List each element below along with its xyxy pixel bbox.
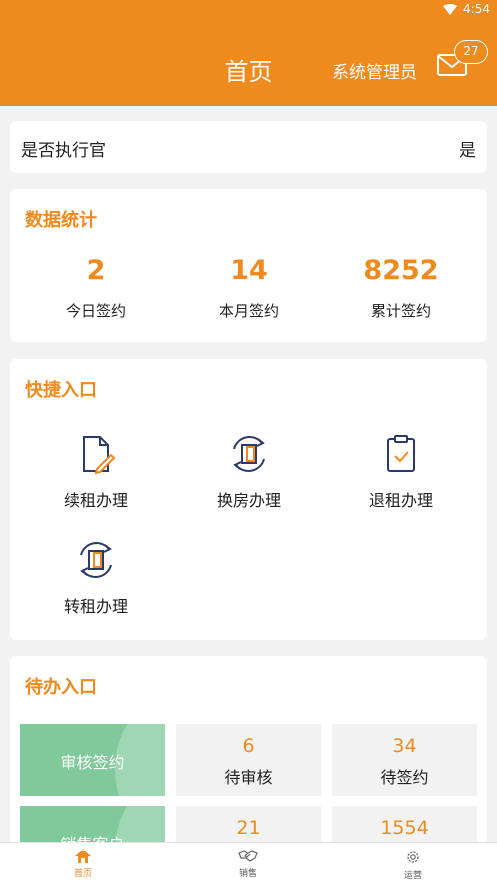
stats-card: 数据统计 2 今日签约 14 本月签约 8252 累计签约 [10, 189, 487, 342]
todo-count: 6 [242, 735, 255, 757]
door-rotate-icon [233, 436, 265, 472]
todo-count: 21 [236, 817, 261, 839]
tab-label: 销售 [238, 869, 257, 879]
stat-label: 本月签约 [218, 302, 279, 320]
document-edit-icon [83, 436, 116, 475]
todo-label: 待签约 [380, 768, 429, 787]
quick-entry-card: 快捷入口 续租办理 换房办理 退租办理 转租办理 [10, 359, 487, 640]
stat-value: 14 [230, 255, 268, 286]
tab-operations[interactable]: 运营 [373, 849, 453, 881]
quick-item-change-room[interactable]: 换房办理 [174, 433, 324, 511]
quick-item-label: 转租办理 [63, 597, 128, 616]
executive-value: 是 [459, 141, 476, 161]
todo-pending-sign[interactable]: 34 待签约 [332, 724, 477, 796]
quick-item-checkout[interactable]: 退租办理 [326, 433, 476, 511]
stat-label: 累计签约 [370, 302, 431, 320]
todo-category-label: 审核签约 [60, 753, 125, 772]
status-bar: 4:54 [0, 0, 497, 20]
clipboard-check-icon [387, 435, 415, 472]
quick-item-sublet[interactable]: 转租办理 [21, 539, 171, 617]
stat-value: 8252 [363, 255, 439, 286]
quick-item-renew[interactable]: 续租办理 [21, 433, 171, 511]
todo-title: 待办入口 [25, 677, 97, 698]
stat-today[interactable]: 2 今日签约 [16, 255, 176, 321]
door-rotate-icon [80, 542, 112, 578]
tab-label: 运营 [403, 871, 422, 881]
stat-label: 今日签约 [65, 302, 126, 320]
stat-total[interactable]: 8252 累计签约 [321, 255, 481, 321]
stat-month[interactable]: 14 本月签约 [169, 255, 329, 321]
todo-count: 34 [392, 735, 417, 757]
todo-label: 待审核 [224, 768, 273, 787]
gear-icon [407, 851, 419, 863]
stats-title: 数据统计 [25, 210, 97, 231]
tab-label: 首页 [73, 869, 92, 879]
message-count-badge: 27 [454, 40, 488, 64]
wifi-icon [443, 4, 457, 15]
status-time: 4:54 [463, 2, 490, 16]
todo-category-review-sign[interactable]: 审核签约 [20, 724, 165, 796]
executive-status-row: 是否执行官 是 [10, 121, 487, 173]
quick-item-label: 退租办理 [368, 491, 433, 510]
todo-count: 1554 [380, 817, 429, 839]
stat-value: 2 [86, 255, 106, 286]
quick-item-label: 换房办理 [216, 491, 281, 510]
todo-category-label: 销售客户 [60, 835, 125, 854]
quick-entry-title: 快捷入口 [25, 380, 97, 401]
tab-sales[interactable]: 销售 [208, 849, 288, 879]
app-header: 4:54 首页 系统管理员 27 [0, 0, 497, 106]
quick-item-label: 续租办理 [63, 491, 128, 510]
handshake-icon [238, 850, 258, 862]
page-title: 首页 [224, 58, 273, 86]
todo-pending-review[interactable]: 6 待审核 [176, 724, 321, 796]
user-name[interactable]: 系统管理员 [332, 58, 417, 83]
executive-label: 是否执行官 [21, 141, 106, 161]
